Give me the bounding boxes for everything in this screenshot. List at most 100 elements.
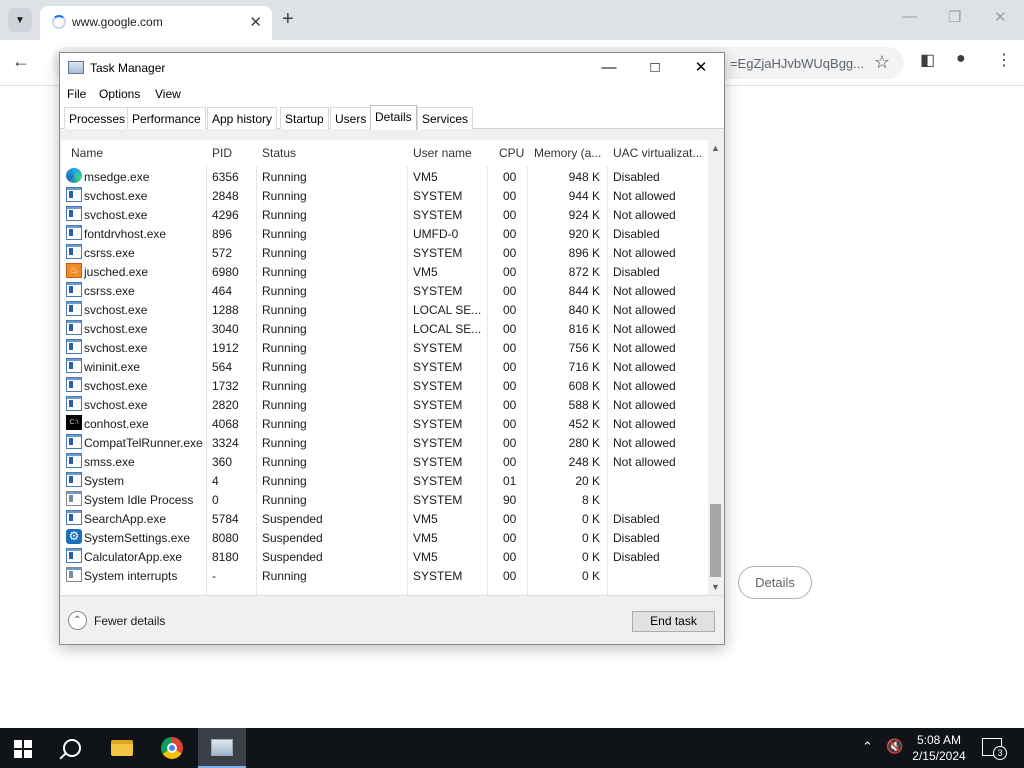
tab-bar: Processes Performance App history Startu… [60, 105, 724, 130]
taskbar-clock[interactable]: 5:08 AM 2/15/2024 [910, 732, 968, 764]
process-sys-icon [66, 491, 82, 506]
column-header-uac[interactable]: UAC virtualizat... [613, 146, 702, 160]
table-row[interactable]: svchost.exe 1288 Running LOCAL SE... 00 840 K… [61, 300, 708, 319]
table-row[interactable]: System 4 Running SYSTEM 01 20 K [61, 471, 708, 490]
column-header-user-name[interactable]: User name [413, 146, 472, 160]
tab-details[interactable]: Details [370, 105, 417, 130]
minimize-button[interactable]: — [586, 57, 632, 79]
column-header-cpu[interactable]: CPU [499, 146, 524, 160]
process-user: VM5 [413, 550, 438, 564]
tab-app-history[interactable]: App history [207, 107, 278, 129]
bookmark-star-icon[interactable]: ☆ [874, 52, 890, 73]
windows-start-icon[interactable] [14, 740, 32, 758]
menu-options[interactable]: Options [99, 87, 140, 101]
volume-muted-icon[interactable]: 🔇 [886, 738, 903, 755]
maximize-button[interactable]: □ [632, 57, 678, 79]
table-row[interactable]: System interrupts - Running SYSTEM 00 0 K [61, 566, 708, 585]
taskbar-chrome[interactable] [148, 728, 196, 768]
chrome-tabstrip: ▼ www.google.com ✕ + — ❐ ✕ [0, 0, 1024, 40]
process-memory: 280 K [568, 436, 600, 450]
column-header-pid[interactable]: PID [212, 146, 232, 160]
taskbar-task-manager[interactable] [198, 728, 246, 768]
process-edge-icon [66, 168, 82, 183]
process-user: LOCAL SE... [413, 322, 482, 336]
back-arrow-icon[interactable]: ← [12, 51, 30, 72]
scroll-up-arrow-icon[interactable]: ▲ [708, 140, 723, 156]
chrome-minimize-button[interactable]: — [902, 8, 917, 25]
table-row[interactable]: fontdrvhost.exe 896 Running UMFD-0 00 920 K Di… [61, 224, 708, 243]
process-user: SYSTEM [413, 569, 463, 583]
process-uac: Not allowed [613, 436, 676, 450]
table-row[interactable]: SearchApp.exe 5784 Suspended VM5 00 0 K Disabl… [61, 509, 708, 528]
table-row[interactable]: System Idle Process 0 Running SYSTEM 90 8 K [61, 490, 708, 509]
process-user: SYSTEM [413, 189, 463, 203]
menu-file[interactable]: File [67, 87, 86, 101]
vertical-scrollbar[interactable]: ▲ ▼ [708, 140, 723, 595]
table-row[interactable]: C:\ conhost.exe 4068 Running SYSTEM 00 452 K No… [61, 414, 708, 433]
tab-users[interactable]: Users [330, 107, 372, 129]
table-row[interactable]: CompatTelRunner.exe 3324 Running SYSTEM 00 28… [61, 433, 708, 452]
table-row[interactable]: csrss.exe 464 Running SYSTEM 00 844 K Not allo… [61, 281, 708, 300]
scroll-down-arrow-icon[interactable]: ▼ [708, 579, 723, 595]
process-memory: 8 K [581, 493, 600, 507]
column-header-status[interactable]: Status [262, 146, 296, 160]
tab-close-icon[interactable]: ✕ [249, 13, 262, 31]
fewer-details-link[interactable]: Fewer details [94, 614, 165, 628]
tray-overflow-chevron-icon[interactable]: ⌃ [862, 739, 873, 755]
new-tab-button[interactable]: + [282, 8, 294, 31]
tab-search-chevron-icon[interactable]: ▼ [8, 8, 32, 32]
table-row[interactable]: svchost.exe 1732 Running SYSTEM 00 608 K Not a… [61, 376, 708, 395]
process-uac: Disabled [613, 170, 660, 184]
table-row[interactable]: msedge.exe 6356 Running VM5 00 948 K Disabled [61, 167, 708, 186]
taskbar-file-explorer[interactable] [98, 728, 146, 768]
process-status: Suspended [262, 512, 323, 526]
table-row[interactable]: smss.exe 360 Running SYSTEM 00 248 K Not allow… [61, 452, 708, 471]
table-row[interactable]: svchost.exe 1912 Running SYSTEM 00 756 K Not a… [61, 338, 708, 357]
tab-performance[interactable]: Performance [127, 107, 206, 129]
table-row[interactable]: ⚙ SystemSettings.exe 8080 Suspended VM5 00 0 K… [61, 528, 708, 547]
profile-avatar-icon[interactable]: ● [956, 50, 966, 68]
table-row[interactable]: ♨ jusched.exe 6980 Running VM5 00 872 K Disable… [61, 262, 708, 281]
table-row[interactable]: svchost.exe 3040 Running LOCAL SE... 00 816 K… [61, 319, 708, 338]
process-cpu: 00 [503, 208, 517, 222]
tab-services[interactable]: Services [417, 107, 474, 129]
process-cpu: 00 [503, 550, 517, 564]
table-row[interactable]: wininit.exe 564 Running SYSTEM 00 716 K Not al… [61, 357, 708, 376]
taskbar-search-button[interactable] [48, 728, 96, 768]
page-details-button[interactable]: Details [738, 566, 812, 599]
table-row[interactable]: svchost.exe 2820 Running SYSTEM 00 588 K Not a… [61, 395, 708, 414]
scrollbar-thumb[interactable] [710, 504, 721, 577]
process-user: VM5 [413, 512, 438, 526]
process-memory: 840 K [568, 303, 600, 317]
process-pid: 1912 [212, 341, 239, 355]
process-memory: 716 K [568, 360, 600, 374]
close-button[interactable]: ✕ [678, 57, 724, 79]
end-task-button[interactable]: End task [632, 611, 715, 632]
process-name: svchost.exe [84, 208, 148, 222]
browser-tab[interactable]: www.google.com ✕ [40, 6, 272, 40]
menu-view[interactable]: View [155, 87, 181, 101]
task-manager-titlebar[interactable]: Task Manager — □ ✕ [60, 53, 724, 83]
process-pid: - [212, 569, 216, 583]
process-status: Running [262, 284, 307, 298]
chrome-close-button[interactable]: ✕ [994, 8, 1007, 26]
tab-processes[interactable]: Processes [64, 107, 131, 129]
chrome-restore-button[interactable]: ❐ [948, 8, 961, 26]
table-row[interactable]: svchost.exe 4296 Running SYSTEM 00 924 K Not a… [61, 205, 708, 224]
process-status: Running [262, 436, 307, 450]
column-header-name[interactable]: Name [71, 146, 103, 160]
collapse-chevron-up-icon[interactable]: ⌃ [68, 611, 87, 630]
process-user: SYSTEM [413, 341, 463, 355]
process-memory: 948 K [568, 170, 600, 184]
side-panel-icon[interactable]: ◧ [920, 50, 935, 70]
table-row[interactable]: CalculatorApp.exe 8180 Suspended VM5 00 0 K Di… [61, 547, 708, 566]
chrome-menu-icon[interactable]: ⋮ [996, 50, 1012, 70]
notification-center-icon[interactable]: 3 [982, 738, 1007, 760]
table-row[interactable]: csrss.exe 572 Running SYSTEM 00 896 K Not allo… [61, 243, 708, 262]
column-header-memory[interactable]: Memory (a... [534, 146, 601, 160]
tab-startup[interactable]: Startup [280, 107, 329, 129]
table-row[interactable]: svchost.exe 2848 Running SYSTEM 00 944 K Not a… [61, 186, 708, 205]
windows-taskbar: ⌃ 🔇 5:08 AM 2/15/2024 3 [0, 728, 1024, 768]
process-cpu: 00 [503, 436, 517, 450]
process-uac: Not allowed [613, 398, 676, 412]
